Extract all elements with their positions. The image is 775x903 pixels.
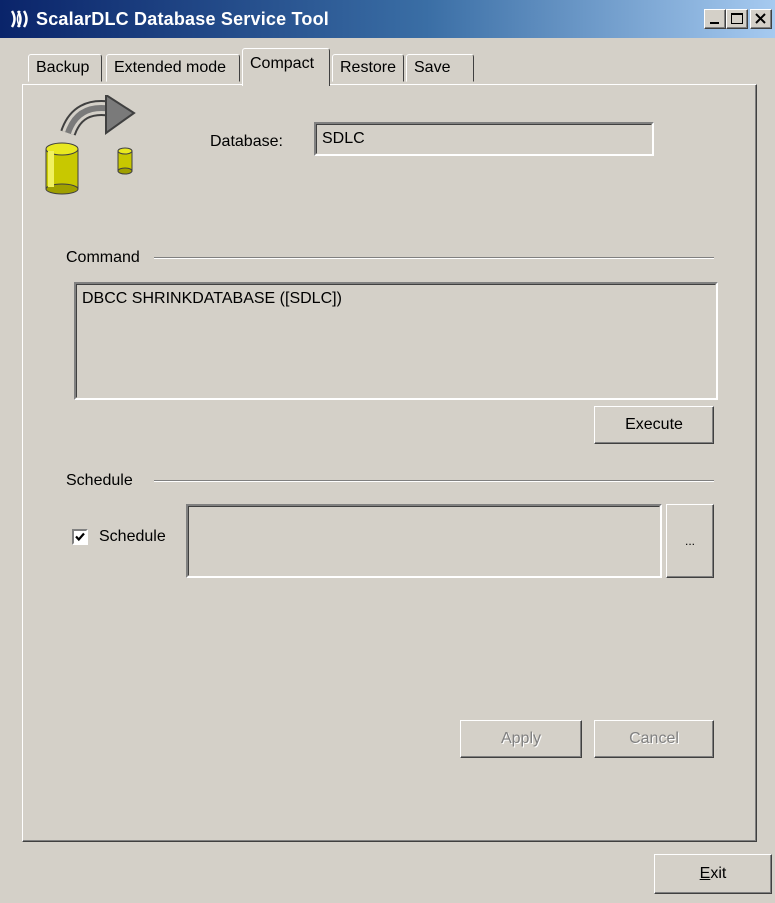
database-transfer-icon (45, 95, 136, 195)
tab-restore[interactable]: Restore (332, 54, 404, 82)
schedule-field[interactable] (186, 504, 662, 578)
checkmark-icon (75, 532, 85, 542)
database-label: Database: (210, 133, 283, 150)
database-field[interactable]: SDLC (314, 122, 654, 156)
command-textarea[interactable]: DBCC SHRINKDATABASE ([SDLC]) (74, 282, 718, 400)
cancel-button[interactable]: Cancel (594, 720, 714, 758)
tab-save[interactable]: Save (406, 54, 474, 82)
command-divider (154, 257, 714, 259)
maximize-icon (731, 13, 743, 24)
minimize-button[interactable] (704, 9, 726, 29)
tab-strip: Backup Extended mode Compact Restore Sav… (28, 48, 488, 86)
exit-label-rest: xit (710, 865, 727, 882)
command-text: DBCC SHRINKDATABASE ([SDLC]) (82, 290, 342, 307)
schedule-browse-button[interactable]: ... (666, 504, 714, 578)
apply-button[interactable]: Apply (460, 720, 582, 758)
schedule-checkbox-label[interactable]: Schedule (99, 528, 166, 546)
window-title: ScalarDLC Database Service Tool (36, 9, 329, 29)
tab-backup[interactable]: Backup (28, 54, 102, 82)
schedule-divider (154, 480, 714, 482)
close-icon (755, 13, 766, 24)
tab-extended-mode[interactable]: Extended mode (106, 54, 240, 82)
close-button[interactable] (750, 9, 772, 29)
schedule-checkbox[interactable] (72, 529, 88, 545)
maximize-button[interactable] (726, 9, 748, 29)
execute-button[interactable]: Execute (594, 406, 714, 444)
app-logo-icon (10, 10, 28, 28)
database-value: SDLC (322, 130, 365, 147)
tab-compact[interactable]: Compact (242, 48, 330, 86)
exit-mnemonic: E (699, 865, 711, 882)
exit-button[interactable]: Exit (654, 854, 772, 894)
schedule-group-label: Schedule (66, 472, 133, 489)
command-group-label: Command (66, 249, 140, 266)
title-bar[interactable]: ScalarDLC Database Service Tool (0, 0, 775, 38)
minimize-icon (710, 22, 719, 24)
